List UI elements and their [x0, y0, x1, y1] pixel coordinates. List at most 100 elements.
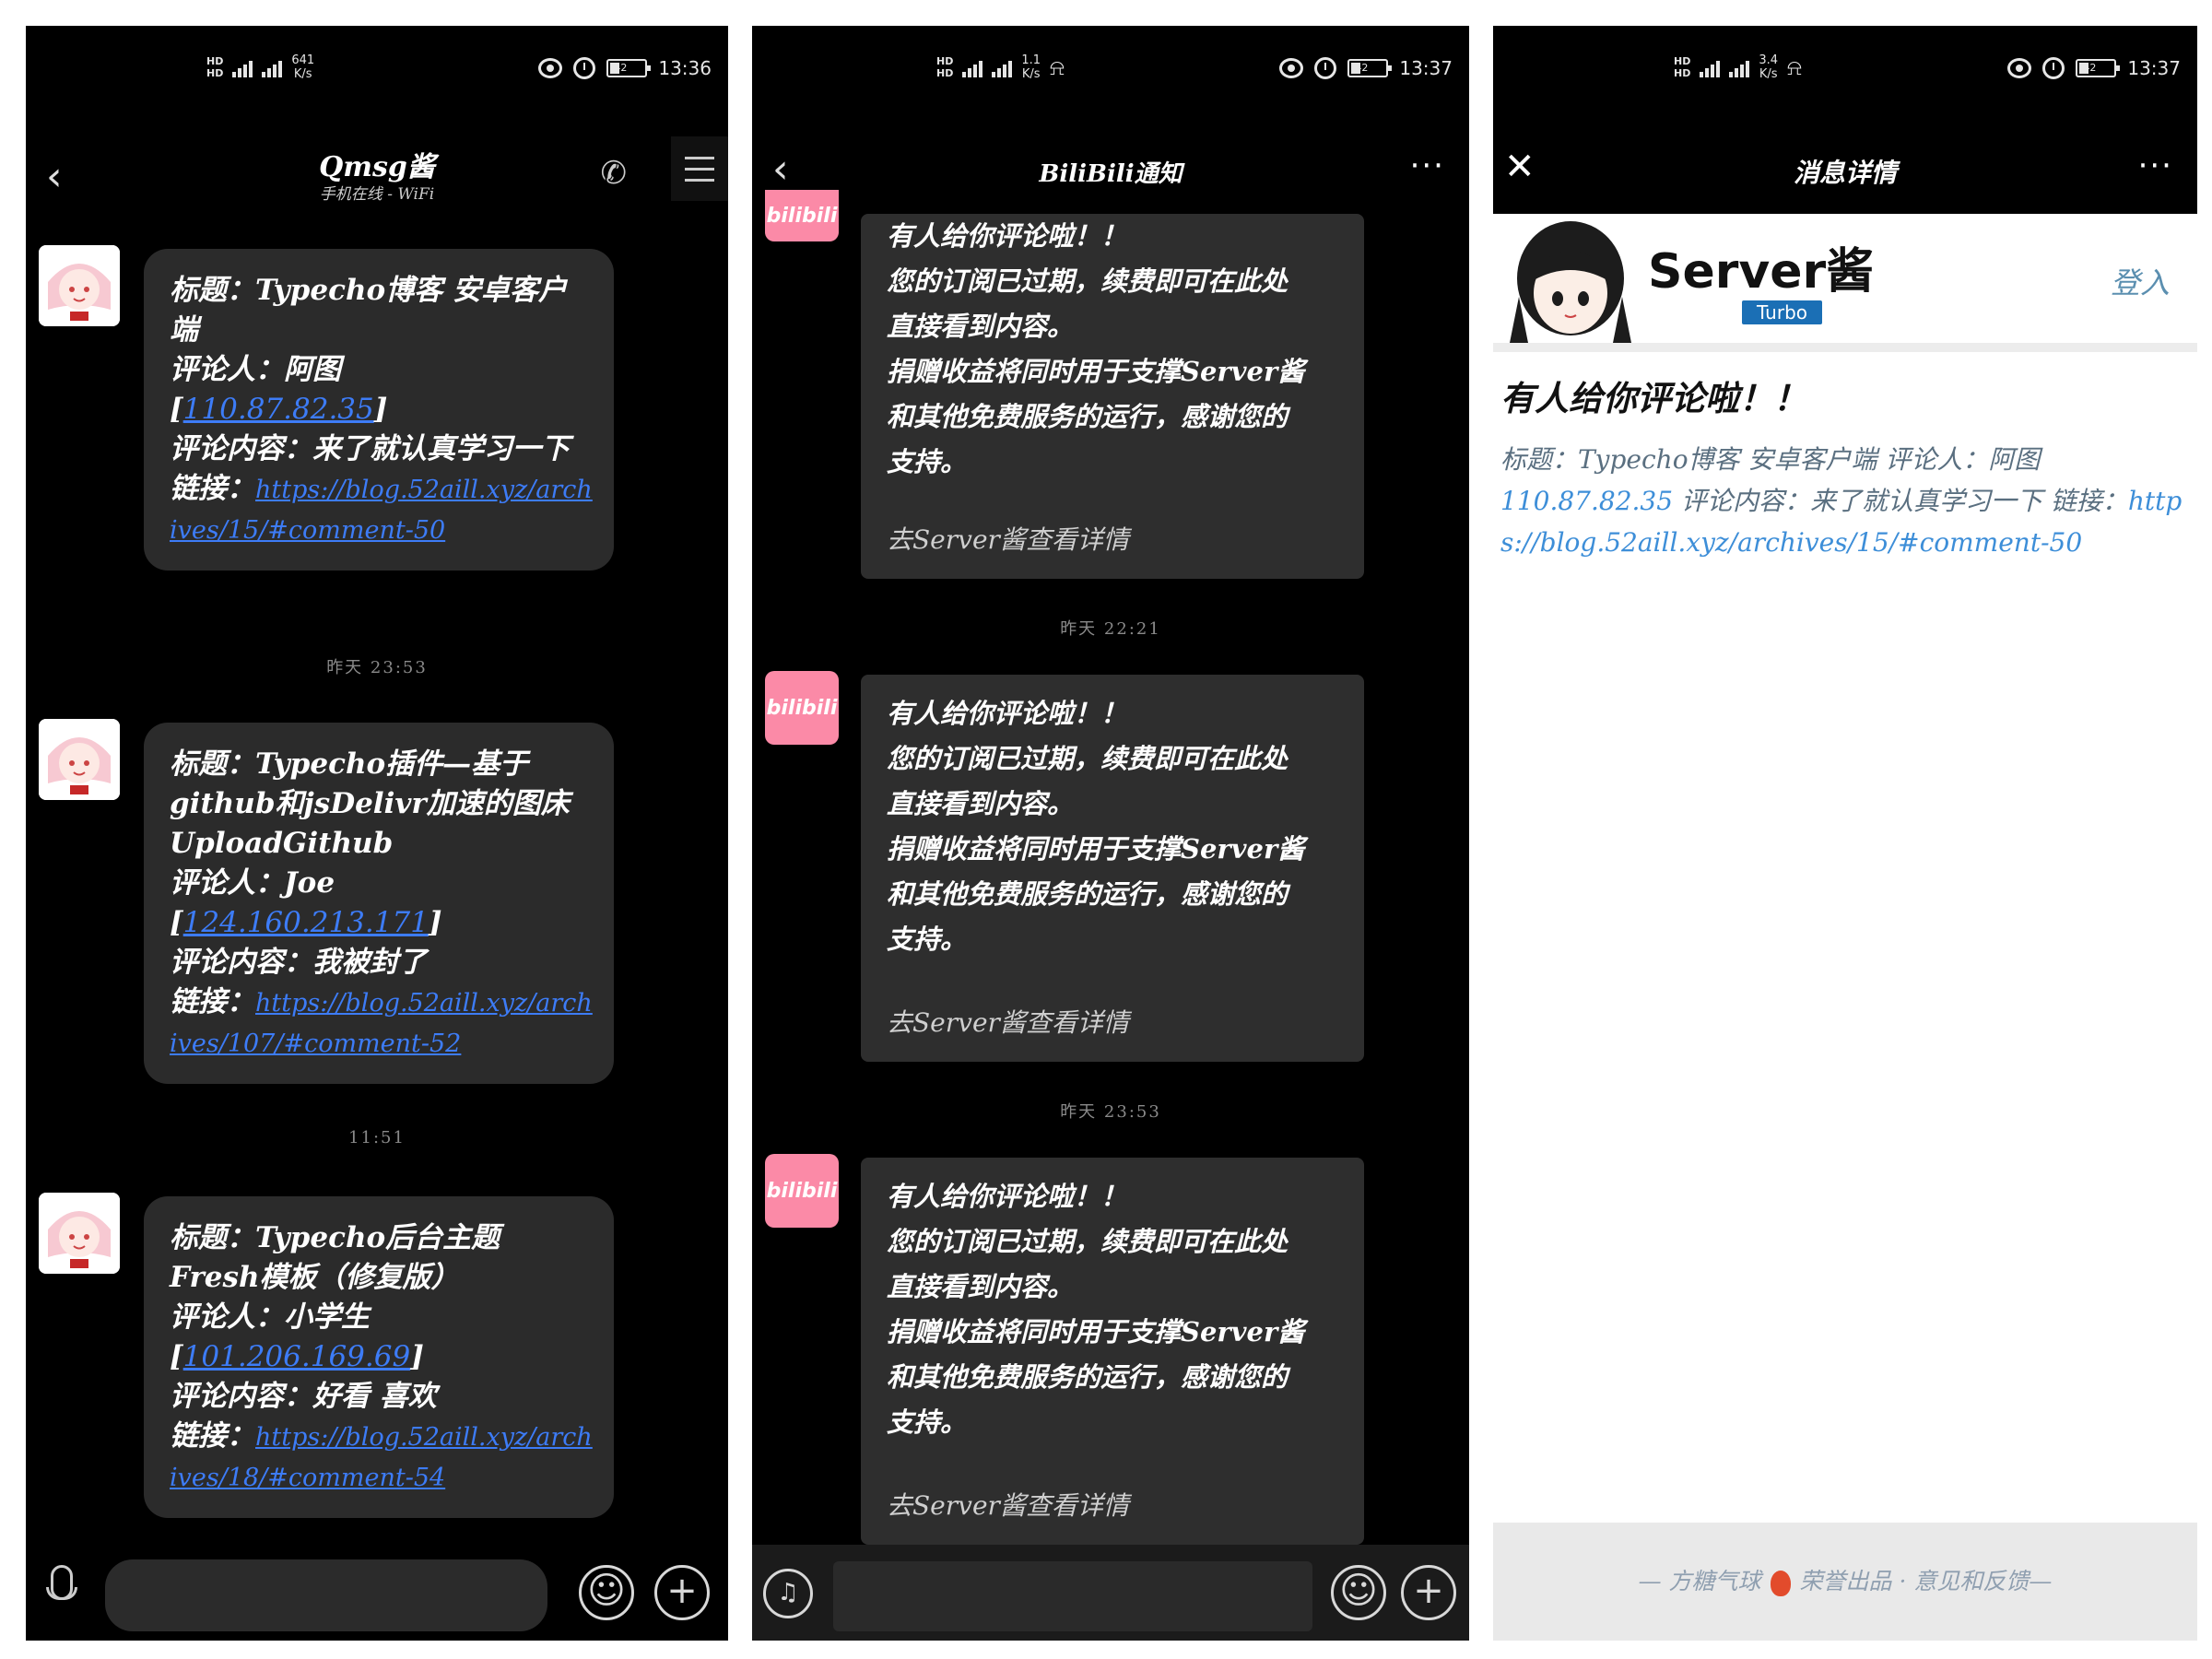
ip-link[interactable]: 110.87.82.35	[183, 393, 374, 426]
turbo-badge: Turbo	[1742, 300, 1823, 324]
alarm-icon	[2042, 57, 2065, 79]
message-link-row: 链接：https://blog.52aill.xyz/archives/15/#…	[170, 472, 593, 545]
login-link[interactable]: 登入	[2111, 260, 2170, 302]
battery-icon: 42	[2076, 59, 2121, 77]
message-content: 评论内容：好看 喜欢	[170, 1380, 437, 1413]
body-text: 链接：	[2050, 486, 2128, 516]
notice-heading: 有人给你评论啦！！	[887, 220, 1128, 252]
status-bar: HD HD 1.1 K/s ⍾ 42 13:37	[752, 26, 1469, 127]
serverchan-logo	[1510, 214, 1631, 343]
more-options-icon[interactable]: ···	[2138, 147, 2173, 184]
message-author: 评论人：Joe	[170, 866, 335, 900]
view-detail-link[interactable]: 去Server酱查看详情	[887, 517, 1129, 562]
hd-indicator: HD HD	[206, 55, 224, 79]
notice-line: 直接看到内容。	[887, 788, 1075, 819]
menu-icon[interactable]	[671, 136, 728, 201]
message-bubble[interactable]: 标题：Typecho博客 安卓客户端 评论人：阿图 [110.87.82.35]…	[144, 249, 614, 571]
alarm-icon	[573, 57, 596, 79]
ip-link[interactable]: 124.160.213.171	[183, 906, 429, 939]
message-title: 标题：Typecho后台主题 Fresh模板（修复版）	[170, 1221, 500, 1294]
bilibili-avatar[interactable]: bilibili	[765, 190, 839, 241]
plus-icon[interactable]: +	[654, 1565, 710, 1620]
notice-heading: 有人给你评论啦！！	[887, 1181, 1128, 1212]
notice-bubble[interactable]: 有人给你评论啦！！ 您的订阅已过期，续费即可在此处 直接看到内容。 捐赠收益将同…	[861, 675, 1364, 1062]
notice-bubble[interactable]: 有人给你评论啦！！ 您的订阅已过期，续费即可在此处 直接看到内容。 捐赠收益将同…	[861, 214, 1364, 579]
phone-call-icon[interactable]: ✆	[601, 155, 628, 192]
signal-icon	[1729, 57, 1750, 77]
status-bar: HD HD 3.4 K/s ⍾ 42 13:37	[1493, 26, 2197, 127]
notice-line: 捐赠收益将同时用于支撑Server酱	[887, 833, 1305, 865]
view-detail-link[interactable]: 去Server酱查看详情	[887, 1483, 1129, 1528]
signal-icon	[992, 57, 1013, 77]
notice-line: 支持。	[887, 446, 968, 477]
page-footer: — 方糖气球 荣誉出品 · 意见和反馈—	[1493, 1523, 2197, 1641]
message-input[interactable]	[833, 1561, 1312, 1631]
notification-bell-icon: ⍾	[1787, 54, 1802, 80]
notice-bubble[interactable]: 有人给你评论啦！！ 您的订阅已过期，续费即可在此处 直接看到内容。 捐赠收益将同…	[861, 1158, 1364, 1545]
timestamp: 昨天 23:53	[326, 658, 428, 677]
notice-line: 捐赠收益将同时用于支撑Server酱	[887, 1316, 1305, 1347]
notice-line: 直接看到内容。	[887, 311, 1075, 342]
notice-line: 您的订阅已过期，续费即可在此处	[887, 1226, 1288, 1257]
message-content: 评论内容：我被封了	[170, 946, 427, 979]
bilibili-avatar[interactable]: bilibili	[765, 1154, 839, 1228]
timestamp: 昨天 22:21	[1060, 619, 1161, 639]
plus-icon[interactable]: +	[1401, 1565, 1456, 1620]
message-detail-screen: HD HD 3.4 K/s ⍾ 42 13:37 ✕ 消息详情 ··· Serv…	[1493, 26, 2197, 1641]
detail-title: 消息详情	[1793, 158, 1897, 188]
more-options-icon[interactable]: ···	[1410, 147, 1445, 184]
notice-line: 支持。	[887, 924, 968, 955]
notice-line: 和其他免费服务的运行，感谢您的	[887, 878, 1288, 910]
message-ip: [110.87.82.35]	[170, 393, 388, 426]
signal-icon	[232, 57, 253, 77]
message-bubble[interactable]: 标题：Typecho插件—基于github和jsDelivr加速的图床Uploa…	[144, 723, 614, 1084]
message-input[interactable]	[105, 1559, 547, 1631]
microphone-icon[interactable]	[41, 1565, 83, 1620]
ip-link[interactable]: 110.87.82.35	[1500, 486, 1673, 516]
notification-bell-icon: ⍾	[1050, 54, 1065, 80]
hd-indicator: HD HD	[1674, 55, 1691, 79]
emoji-icon[interactable]: ☺	[579, 1565, 634, 1620]
clock: 13:37	[2127, 57, 2181, 79]
message-author: 评论人：小学生	[170, 1300, 370, 1334]
network-speed: 1.1 K/s	[1021, 53, 1041, 81]
battery-icon: 42	[606, 59, 652, 77]
message-bubble[interactable]: 标题：Typecho后台主题 Fresh模板（修复版） 评论人：小学生 [101…	[144, 1196, 614, 1518]
notice-heading: 有人给你评论啦！！	[887, 698, 1128, 729]
clock: 13:37	[1399, 57, 1453, 79]
serverchan-banner: Server酱 Turbo 登入	[1493, 214, 2197, 352]
battery-icon: 42	[1347, 59, 1393, 77]
notice-line: 您的订阅已过期，续费即可在此处	[887, 743, 1288, 774]
brand-name: Server酱	[1648, 244, 1875, 300]
view-detail-link[interactable]: 去Server酱查看详情	[887, 1000, 1129, 1045]
eye-comfort-icon	[538, 58, 563, 78]
notice-line: 您的订阅已过期，续费即可在此处	[887, 265, 1288, 297]
message-heading: 有人给你评论啦！！	[1500, 378, 1807, 418]
signal-icon	[262, 57, 283, 77]
qmsg-chat-screen: HD HD 641 K/s 42 13:36 ‹ Qmsg酱 手机在线 - WiFi…	[26, 26, 728, 1641]
status-bar: HD HD 641 K/s 42 13:36	[26, 26, 728, 127]
message-link-row: 链接：https://blog.52aill.xyz/archives/18/#…	[170, 1419, 593, 1492]
signal-icon	[1700, 57, 1721, 77]
input-toolbar: ♫ ☺ +	[752, 1545, 1469, 1641]
avatar[interactable]	[39, 1193, 120, 1274]
chat-header: ‹ BiliBili通知 ···	[752, 127, 1469, 214]
timestamp: 11:51	[348, 1128, 406, 1147]
footer-text: — 方糖气球	[1638, 1568, 1761, 1594]
feedback-link[interactable]: 荣誉出品 · 意见和反馈—	[1800, 1568, 2053, 1594]
network-speed: 3.4 K/s	[1759, 53, 1779, 81]
eye-comfort-icon	[2007, 58, 2032, 78]
notice-line: 支持。	[887, 1406, 968, 1438]
message-link-row: 链接：https://blog.52aill.xyz/archives/107/…	[170, 985, 593, 1058]
voice-icon[interactable]: ♫	[763, 1569, 813, 1618]
chat-header: ‹ Qmsg酱 手机在线 - WiFi ✆	[26, 127, 728, 214]
balloon-icon	[1770, 1570, 1791, 1596]
avatar[interactable]	[39, 245, 120, 326]
body-text: 标题：Typecho博客 安卓客户端 评论人：阿图	[1500, 444, 2041, 475]
emoji-icon[interactable]: ☺	[1331, 1565, 1386, 1620]
message-ip: [101.206.169.69]	[170, 1340, 424, 1373]
ip-link[interactable]: 101.206.169.69	[183, 1340, 411, 1373]
avatar[interactable]	[39, 719, 120, 800]
bilibili-avatar[interactable]: bilibili	[765, 671, 839, 745]
notice-line: 捐赠收益将同时用于支撑Server酱	[887, 356, 1305, 387]
